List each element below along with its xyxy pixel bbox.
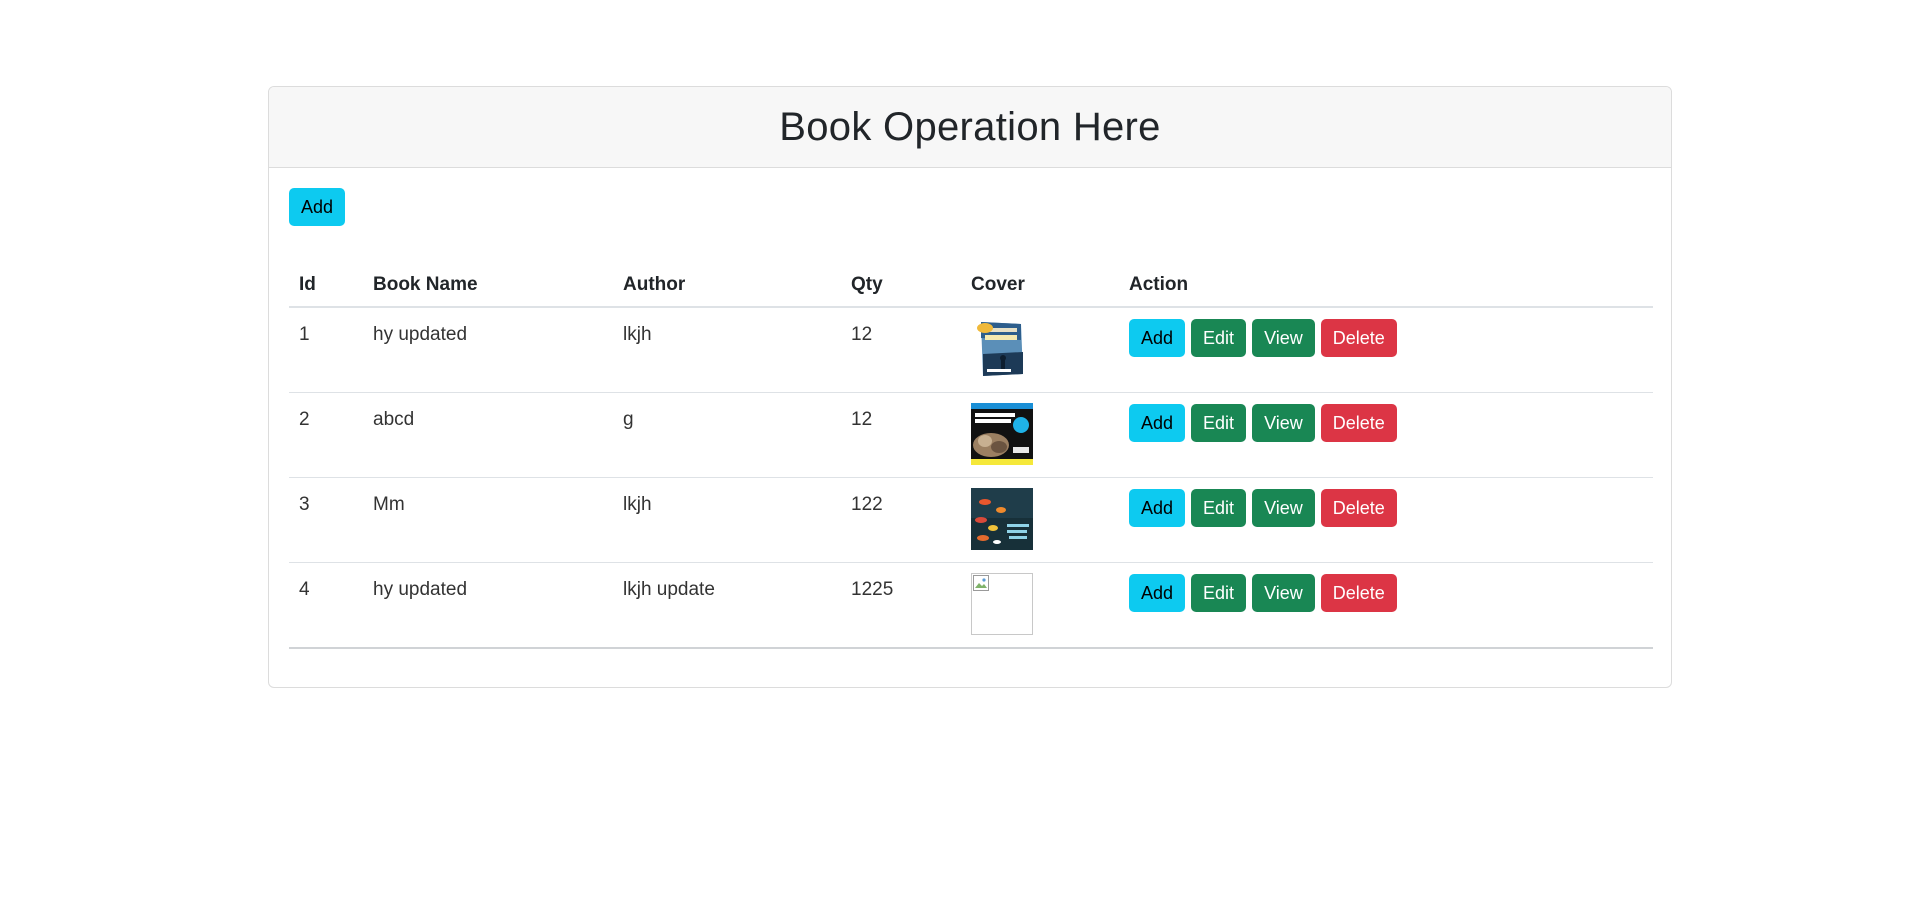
- broken-image-placeholder: [971, 573, 1033, 635]
- cell-author: lkjh: [613, 307, 841, 393]
- cell-author: g: [613, 392, 841, 478]
- table-row: 2 abcd g 12 Add Edit View Delete: [289, 392, 1653, 478]
- cell-actions: Add Edit View Delete: [1119, 392, 1653, 478]
- row-add-button[interactable]: Add: [1129, 404, 1186, 442]
- cell-book-name: hy updated: [363, 307, 613, 393]
- row-view-button[interactable]: View: [1252, 319, 1315, 357]
- cell-cover: [961, 307, 1119, 393]
- cell-id: 2: [289, 392, 363, 478]
- row-add-button[interactable]: Add: [1129, 489, 1186, 527]
- cell-qty: 1225: [841, 562, 961, 649]
- cell-actions: Add Edit View Delete: [1119, 477, 1653, 563]
- cell-id: 3: [289, 477, 363, 563]
- row-view-button[interactable]: View: [1252, 489, 1315, 527]
- table-row: 1 hy updated lkjh 12 Add Edit View Delet…: [289, 307, 1653, 393]
- row-delete-button[interactable]: Delete: [1320, 489, 1397, 527]
- row-edit-button[interactable]: Edit: [1191, 404, 1247, 442]
- row-edit-button[interactable]: Edit: [1191, 489, 1247, 527]
- table-header-row: Id Book Name Author Qty Cover Action: [289, 266, 1653, 308]
- cell-cover: [961, 392, 1119, 478]
- page-title: Book Operation Here: [779, 104, 1161, 149]
- header-cover: Cover: [961, 266, 1119, 308]
- row-add-button[interactable]: Add: [1129, 319, 1186, 357]
- cell-book-name: hy updated: [363, 562, 613, 649]
- table-row: 4 hy updated lkjh update 1225 Add Edit V…: [289, 562, 1653, 649]
- row-delete-button[interactable]: Delete: [1320, 319, 1397, 357]
- cell-author: lkjh: [613, 477, 841, 563]
- book-cover-image: [971, 403, 1033, 465]
- books-table: Id Book Name Author Qty Cover Action 1 h…: [289, 266, 1653, 649]
- row-view-button[interactable]: View: [1252, 574, 1315, 612]
- cell-qty: 122: [841, 477, 961, 563]
- header-author: Author: [613, 266, 841, 308]
- cell-cover: [961, 477, 1119, 563]
- header-qty: Qty: [841, 266, 961, 308]
- row-delete-button[interactable]: Delete: [1320, 404, 1397, 442]
- cell-qty: 12: [841, 307, 961, 393]
- book-cover-image: [971, 318, 1033, 380]
- cell-cover: [961, 562, 1119, 649]
- row-delete-button[interactable]: Delete: [1320, 574, 1397, 612]
- add-book-button[interactable]: Add: [289, 188, 346, 226]
- row-view-button[interactable]: View: [1252, 404, 1315, 442]
- table-row: 3 Mm lkjh 122 Add Edit View Delete: [289, 477, 1653, 563]
- cell-id: 1: [289, 307, 363, 393]
- card-body: Add Id Book Name Author Qty Cover Action…: [269, 168, 1671, 649]
- header-action: Action: [1119, 266, 1653, 308]
- broken-image-icon: [973, 575, 989, 591]
- cell-book-name: Mm: [363, 477, 613, 563]
- cell-actions: Add Edit View Delete: [1119, 562, 1653, 649]
- cell-actions: Add Edit View Delete: [1119, 307, 1653, 393]
- book-cover-image: [971, 488, 1033, 550]
- row-edit-button[interactable]: Edit: [1191, 319, 1247, 357]
- cell-qty: 12: [841, 392, 961, 478]
- header-id: Id: [289, 266, 363, 308]
- header-book-name: Book Name: [363, 266, 613, 308]
- card-header: Book Operation Here: [269, 87, 1671, 168]
- row-add-button[interactable]: Add: [1129, 574, 1186, 612]
- cell-author: lkjh update: [613, 562, 841, 649]
- cell-id: 4: [289, 562, 363, 649]
- book-operation-card: Book Operation Here Add Id Book Name Aut…: [268, 86, 1672, 688]
- row-edit-button[interactable]: Edit: [1191, 574, 1247, 612]
- cell-book-name: abcd: [363, 392, 613, 478]
